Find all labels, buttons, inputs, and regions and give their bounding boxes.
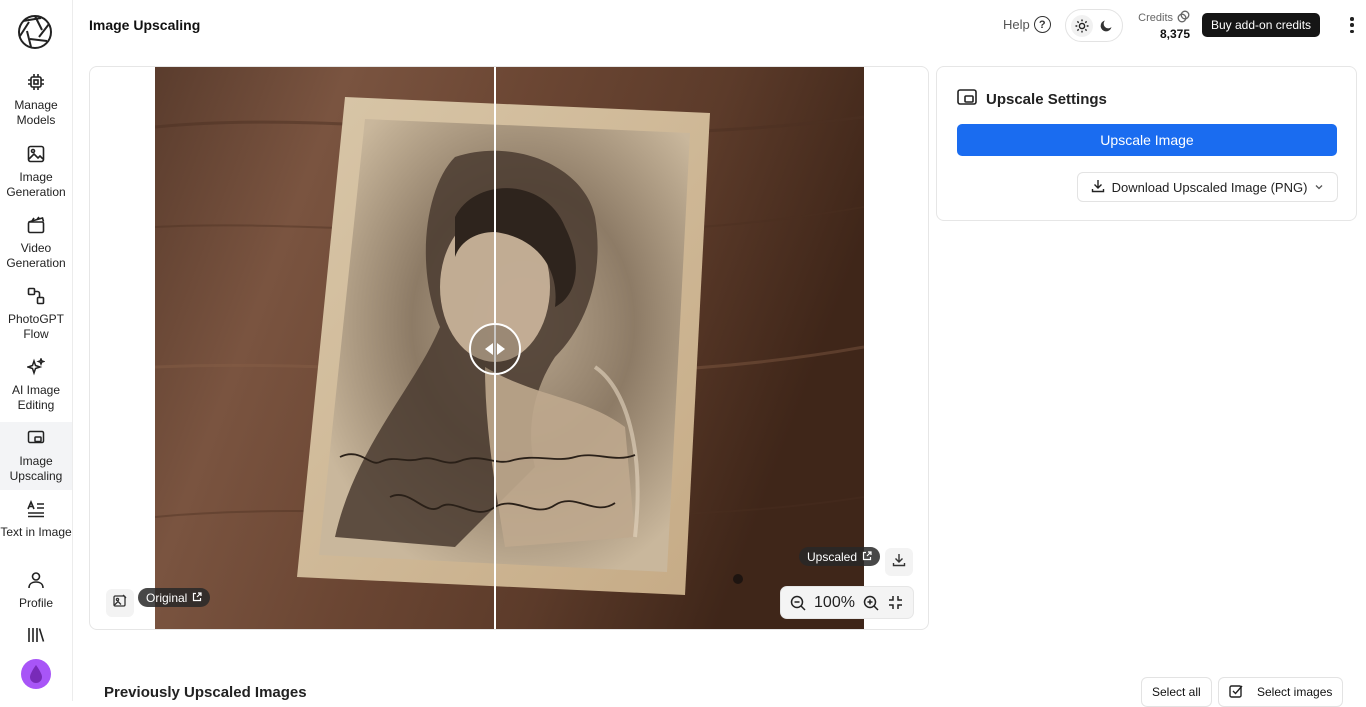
upscale-icon bbox=[26, 428, 46, 448]
fit-screen-icon[interactable] bbox=[887, 594, 905, 612]
sidebar-item-text-in-image[interactable]: Text in Image bbox=[0, 499, 72, 559]
page-title: Image Upscaling bbox=[89, 17, 201, 33]
image-download-button[interactable] bbox=[885, 548, 913, 576]
sidebar-item-label: Image Generation bbox=[6, 170, 66, 199]
text-icon bbox=[26, 499, 46, 519]
settings-title: Upscale Settings bbox=[986, 90, 1107, 108]
library-icon bbox=[26, 627, 46, 643]
sidebar-item-label: AI Image Editing bbox=[11, 383, 61, 412]
flow-icon bbox=[26, 286, 46, 306]
external-link-icon bbox=[192, 591, 202, 605]
sidebar-item-manage-models[interactable]: Manage Models bbox=[0, 72, 72, 132]
avatar[interactable] bbox=[21, 659, 51, 689]
help-button[interactable]: Help ? bbox=[1003, 16, 1051, 33]
help-label: Help bbox=[1003, 17, 1030, 32]
buy-credits-button[interactable]: Buy add-on credits bbox=[1202, 13, 1321, 37]
download-label: Download Upscaled Image (PNG) bbox=[1111, 179, 1308, 195]
sidebar-item-video-generation[interactable]: Video Generation bbox=[0, 215, 72, 275]
credits-display: Credits 8,375 bbox=[1132, 10, 1190, 41]
more-menu-icon[interactable] bbox=[1346, 15, 1358, 35]
upscaled-label: Upscaled bbox=[807, 549, 858, 564]
upscale-settings-panel: Upscale Settings Upscale Image Download … bbox=[936, 66, 1357, 221]
theme-toggle[interactable] bbox=[1065, 9, 1123, 42]
sidebar-item-library[interactable] bbox=[0, 627, 72, 647]
zoom-out-icon[interactable] bbox=[789, 594, 807, 612]
credits-link-icon bbox=[1177, 10, 1190, 26]
image-icon bbox=[26, 144, 46, 164]
image-options-button[interactable] bbox=[106, 589, 134, 617]
original-label: Original bbox=[146, 590, 188, 605]
external-link-icon bbox=[862, 550, 872, 564]
sidebar-item-image-generation[interactable]: Image Generation bbox=[0, 144, 72, 204]
upscale-icon bbox=[957, 88, 977, 110]
sidebar: Manage Models Image Generation Video Gen… bbox=[0, 0, 73, 701]
question-icon: ? bbox=[1033, 16, 1051, 33]
original-badge[interactable]: Original bbox=[138, 588, 211, 607]
zoom-in-icon[interactable] bbox=[862, 594, 880, 612]
zoom-level: 100% bbox=[814, 593, 855, 611]
sidebar-item-label: Video Generation bbox=[6, 241, 66, 270]
select-images-button[interactable]: Select images bbox=[1218, 677, 1344, 707]
comparison-slider-handle[interactable] bbox=[469, 323, 521, 375]
moon-icon[interactable] bbox=[1095, 15, 1117, 37]
sidebar-item-ai-image-editing[interactable]: AI Image Editing bbox=[0, 357, 72, 417]
select-all-button[interactable]: Select all bbox=[1141, 677, 1212, 707]
sidebar-item-label: Text in Image bbox=[0, 525, 72, 539]
clapperboard-icon bbox=[26, 215, 46, 235]
comparison-viewer: Original Upscaled 100% bbox=[89, 66, 929, 630]
select-images-label: Select images bbox=[1257, 685, 1333, 699]
sidebar-item-label: Manage Models bbox=[14, 98, 58, 127]
download-icon bbox=[1091, 179, 1105, 196]
arrow-left-icon bbox=[485, 343, 493, 355]
upscale-image-button[interactable]: Upscale Image bbox=[957, 124, 1337, 156]
user-icon bbox=[26, 570, 46, 590]
checkbox-icon bbox=[1229, 684, 1243, 701]
sidebar-item-label: PhotoGPT Flow bbox=[7, 312, 65, 341]
sidebar-item-profile[interactable]: Profile bbox=[0, 570, 72, 615]
image-edit-icon bbox=[113, 594, 127, 613]
sun-icon[interactable] bbox=[1071, 14, 1093, 37]
sparkles-icon bbox=[26, 357, 46, 377]
previous-images-title: Previously Upscaled Images bbox=[104, 684, 307, 701]
download-icon bbox=[892, 553, 906, 572]
aperture-logo-icon[interactable] bbox=[17, 14, 53, 50]
credits-value: 8,375 bbox=[1159, 27, 1190, 41]
sidebar-item-image-upscaling[interactable]: Image Upscaling bbox=[0, 422, 72, 490]
arrow-right-icon bbox=[497, 343, 505, 355]
credits-label: Credits bbox=[1138, 12, 1173, 24]
zoom-controls: 100% bbox=[780, 586, 914, 619]
chip-icon bbox=[26, 72, 46, 92]
sidebar-item-photogpt-flow[interactable]: PhotoGPT Flow bbox=[0, 286, 72, 346]
sidebar-item-label: Profile bbox=[18, 596, 53, 610]
sidebar-item-label: Image Upscaling bbox=[9, 454, 63, 483]
upscaled-badge[interactable]: Upscaled bbox=[799, 547, 881, 566]
download-upscaled-button[interactable]: Download Upscaled Image (PNG) bbox=[1077, 172, 1338, 202]
chevron-down-icon bbox=[1314, 180, 1324, 195]
